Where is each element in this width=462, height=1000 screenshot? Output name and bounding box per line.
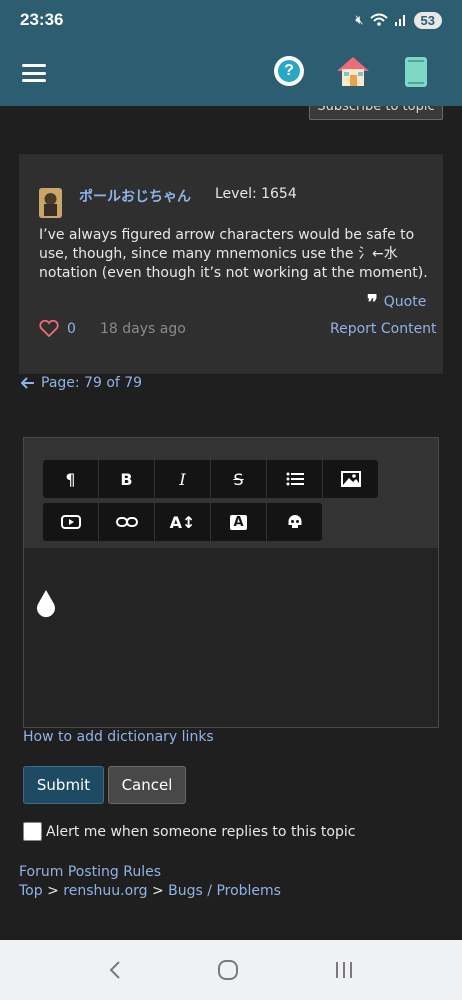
status-icons: 🔇︎ 53 (355, 11, 442, 29)
text-cursor-handle-icon[interactable] (34, 588, 58, 620)
back-nav-icon[interactable] (108, 960, 122, 980)
forum-rules-link[interactable]: Forum Posting Rules (19, 864, 161, 880)
skull-icon (288, 515, 301, 528)
quote-icon: ❞ (367, 290, 378, 314)
like-control[interactable]: 0 (39, 320, 76, 337)
cancel-button[interactable]: Cancel (108, 766, 186, 804)
breadcrumb-separator: > (151, 883, 164, 899)
signal-icon (394, 15, 405, 26)
status-bar: 23:36 🔇︎ 53 (0, 0, 462, 40)
italic-icon: I (179, 469, 186, 489)
page-indicator: Page: 79 of 79 (41, 375, 143, 391)
report-content-link[interactable]: Report Content (330, 321, 437, 337)
submit-button[interactable]: Submit (23, 766, 104, 804)
dictionary-links-help[interactable]: How to add dictionary links (23, 729, 214, 745)
wifi-icon (369, 13, 388, 26)
breadcrumb: Top > renshuu.org > Bugs / Problems (19, 883, 281, 899)
list-button[interactable] (267, 460, 322, 498)
battery-indicator: 53 (413, 11, 442, 29)
strikethrough-button[interactable]: S (211, 460, 266, 498)
reply-editor: ¶ B I S A↕ A (23, 437, 439, 728)
heart-icon[interactable] (39, 320, 59, 337)
alert-checkbox[interactable] (23, 822, 42, 841)
post-level: Level: 1654 (215, 186, 297, 202)
arrow-left-icon (21, 377, 34, 389)
image-button[interactable] (323, 460, 378, 498)
paragraph-button[interactable]: ¶ (43, 460, 98, 498)
help-button[interactable]: ? (274, 56, 304, 86)
breadcrumb-site[interactable]: renshuu.org (63, 883, 147, 899)
list-icon (286, 472, 304, 486)
toolbar-row-2: A↕ A (43, 503, 322, 541)
status-time: 23:36 (20, 10, 64, 29)
bold-icon: B (120, 469, 133, 489)
post-card: ポールおじちゃん Level: 1654 I’ve always figured… (19, 154, 443, 374)
post-body: I’ve always figured arrow characters wou… (39, 227, 428, 281)
editor-text-area[interactable] (24, 548, 438, 727)
skull-button[interactable] (267, 503, 322, 541)
breadcrumb-section[interactable]: Bugs / Problems (168, 883, 281, 899)
mute-icon: 🔇︎ (355, 12, 364, 28)
breadcrumb-separator: > (47, 883, 59, 899)
post-username[interactable]: ポールおじちゃん (79, 186, 191, 206)
subscribe-button[interactable]: Subscribe to topic (309, 106, 443, 120)
italic-button[interactable]: I (155, 460, 210, 498)
video-button[interactable] (43, 503, 98, 541)
font-color-button[interactable]: A (211, 503, 266, 541)
page-back-link[interactable]: Page: 79 of 79 (21, 375, 142, 391)
system-nav-bar (0, 940, 462, 1000)
like-count: 0 (67, 320, 76, 337)
home-icon[interactable] (334, 54, 372, 88)
video-icon (60, 515, 81, 529)
link-button[interactable] (99, 503, 154, 541)
question-circle-icon: ? (278, 60, 300, 82)
strikethrough-icon: S (233, 469, 244, 489)
font-size-icon: A↕ (169, 512, 196, 532)
app-bar: ? (0, 40, 462, 106)
font-color-icon: A (230, 514, 247, 530)
avatar[interactable] (39, 188, 62, 218)
editor-toolbar: ¶ B I S A↕ A (24, 438, 438, 548)
alert-option: Alert me when someone replies to this to… (23, 822, 355, 841)
breadcrumb-top[interactable]: Top (19, 883, 43, 899)
hamburger-menu-icon[interactable] (22, 64, 46, 82)
bold-button[interactable]: B (99, 460, 154, 498)
paragraph-icon: ¶ (65, 469, 76, 489)
quote-label: Quote (383, 294, 427, 310)
image-icon (340, 471, 361, 487)
link-icon (115, 517, 138, 527)
quote-button[interactable]: ❞ Quote (367, 290, 427, 314)
recents-nav-icon[interactable] (334, 961, 354, 979)
toolbar-row-1: ¶ B I S (43, 460, 378, 498)
alert-label[interactable]: Alert me when someone replies to this to… (46, 824, 355, 840)
font-size-button[interactable]: A↕ (155, 503, 210, 541)
top-strip: Subscribe to topic (0, 106, 462, 120)
post-time-ago: 18 days ago (100, 321, 186, 337)
book-icon[interactable] (404, 56, 428, 88)
home-nav-icon[interactable] (217, 959, 239, 981)
